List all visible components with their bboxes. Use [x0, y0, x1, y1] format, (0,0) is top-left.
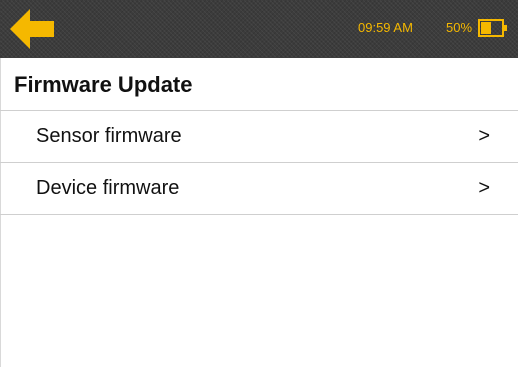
- menu-item-label: Sensor firmware: [36, 125, 182, 147]
- menu-item-sensor-firmware[interactable]: Sensor firmware >: [0, 111, 518, 162]
- clock: 09:59 AM: [358, 20, 413, 35]
- chevron-right-icon: >: [478, 177, 490, 199]
- back-arrow-icon: [10, 9, 54, 49]
- back-button[interactable]: [10, 9, 54, 49]
- battery-percentage: 50%: [446, 20, 473, 35]
- battery-icon: [478, 19, 507, 37]
- chevron-right-icon: >: [478, 125, 490, 147]
- status-bar: 09:59 AM 50%: [0, 0, 518, 58]
- page-title: Firmware Update: [14, 72, 193, 97]
- menu-item-device-firmware[interactable]: Device firmware >: [0, 163, 518, 214]
- firmware-update-screen: 09:59 AM 50% Firmware Update Sensor firm…: [0, 0, 518, 367]
- menu-item-label: Device firmware: [36, 177, 180, 199]
- row-divider: [0, 214, 518, 215]
